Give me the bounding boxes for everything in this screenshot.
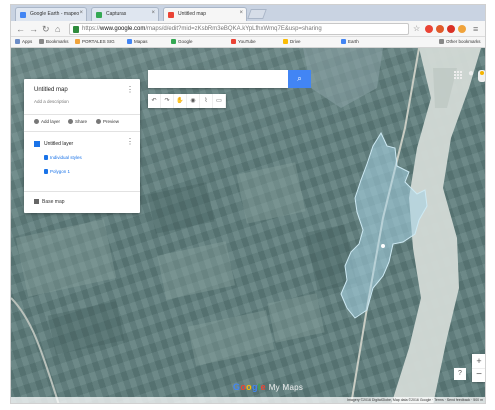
divider <box>24 131 140 132</box>
bookmark-item[interactable]: Apps <box>15 39 32 44</box>
url-domain: www.google.com <box>100 26 146 32</box>
measure-icon[interactable]: ▭ <box>213 94 226 108</box>
layer-name[interactable]: Untitled layer <box>44 141 73 147</box>
folder-icon <box>39 39 44 44</box>
browser-window: Google Earth - mapeo × Capturas × Untitl… <box>10 4 486 404</box>
polygon-item[interactable]: Polygon 1 <box>44 169 70 174</box>
urban-area <box>303 48 383 108</box>
individual-styles-link[interactable]: Individual styles <box>44 155 82 160</box>
extension-icon[interactable] <box>458 25 466 33</box>
extension-icon[interactable] <box>436 25 444 33</box>
zoom-in-button[interactable]: + <box>472 354 485 368</box>
tab-google-earth[interactable]: Google Earth - mapeo × <box>15 7 87 21</box>
bookmark-icon <box>341 39 346 44</box>
url-scheme: https:// <box>82 26 101 32</box>
apps-icon <box>15 39 20 44</box>
tab-favicon <box>96 12 102 18</box>
google-my-maps-logo: Google My Maps <box>233 382 304 392</box>
base-map-toggle[interactable]: Base map <box>34 199 65 205</box>
extension-icon[interactable] <box>447 25 455 33</box>
tab-title: Google Earth - mapeo <box>30 11 80 17</box>
drawn-polygon[interactable] <box>340 131 428 319</box>
tab-favicon <box>168 12 174 18</box>
tab-favicon <box>20 12 26 18</box>
zoom-out-button[interactable]: − <box>472 368 485 382</box>
close-icon[interactable]: × <box>151 10 155 16</box>
marker-icon[interactable]: ◉ <box>187 94 200 108</box>
folder-icon <box>75 39 80 44</box>
share-icon <box>68 119 73 124</box>
bookmark-item[interactable]: PORTALES SIG <box>75 39 115 44</box>
tab-strip: Google Earth - mapeo × Capturas × Untitl… <box>11 5 485 21</box>
paint-bucket-icon <box>44 155 48 160</box>
map-canvas[interactable]: Untitled map ⋮ Add a description Add lay… <box>11 48 485 403</box>
home-icon[interactable]: ⌂ <box>55 23 60 35</box>
drawing-toolbar: ↶ ↷ ✋ ◉ ⌇ ▭ <box>148 94 226 108</box>
bookmark-item[interactable]: Other bookmarks <box>439 39 481 44</box>
tab-title: Untitled map <box>178 11 207 17</box>
bookmark-item[interactable]: YouTube <box>231 39 256 44</box>
map-layers-panel: Untitled map ⋮ Add a description Add lay… <box>24 79 140 213</box>
folder-icon <box>439 39 444 44</box>
more-options-icon[interactable]: ⋮ <box>126 85 134 94</box>
bookmark-icon <box>283 39 288 44</box>
polygon-vertex[interactable] <box>381 244 385 248</box>
tab-capturas[interactable]: Capturas × <box>91 7 159 21</box>
layer-visibility-checkbox[interactable] <box>34 141 40 147</box>
bookmark-item[interactable]: Google <box>171 39 193 44</box>
bookmark-item[interactable]: Bookmarks <box>39 39 69 44</box>
base-map-icon <box>34 199 39 204</box>
map-description[interactable]: Add a description <box>34 99 69 104</box>
close-icon[interactable]: × <box>239 10 243 16</box>
polygon-icon <box>44 169 48 174</box>
account-icon[interactable]: ● <box>468 68 474 79</box>
reload-icon[interactable]: ↻ <box>42 23 50 35</box>
url-field[interactable]: https://www.google.com/maps/d/edit?mid=z… <box>69 23 409 35</box>
url-path: /maps/d/edit?mid=zKsbRm3eBQKA.kYpLfhxWmq… <box>145 26 322 32</box>
bookmark-icon <box>171 39 176 44</box>
star-icon[interactable]: ☆ <box>413 23 420 35</box>
hand-icon[interactable]: ✋ <box>174 94 187 108</box>
extension-icon[interactable] <box>425 25 433 33</box>
preview-icon <box>96 119 101 124</box>
bookmark-item[interactable]: Mapas <box>127 39 148 44</box>
bookmark-item[interactable]: Earth <box>341 39 359 44</box>
apps-grid-icon[interactable] <box>454 71 463 80</box>
divider <box>24 114 140 115</box>
search-input[interactable] <box>148 70 288 88</box>
divider <box>24 191 140 192</box>
bookmark-icon <box>127 39 132 44</box>
back-icon[interactable]: ← <box>16 23 25 35</box>
lock-icon <box>73 26 79 33</box>
bookmark-item[interactable]: Drive <box>283 39 301 44</box>
close-icon[interactable]: × <box>79 10 83 16</box>
preview-button[interactable]: Preview <box>96 119 119 124</box>
map-attribution-bar: Imagery ©2016 DigitalGlobe, Map data ©20… <box>11 397 485 403</box>
bookmark-icon <box>231 39 236 44</box>
map-title[interactable]: Untitled map <box>34 87 68 93</box>
bookmarks-bar: Apps Bookmarks PORTALES SIG Mapas Google… <box>11 37 485 48</box>
address-bar: ← → ↻ ⌂ https://www.google.com/maps/d/ed… <box>11 21 485 37</box>
share-button[interactable]: Share <box>68 119 87 124</box>
tab-title: Capturas <box>106 11 127 17</box>
zoom-control: + − <box>472 354 485 382</box>
draw-line-icon[interactable]: ⌇ <box>200 94 213 108</box>
add-layer-icon <box>34 119 39 124</box>
add-layer-button[interactable]: Add layer <box>34 119 60 124</box>
layer-options-icon[interactable]: ⋮ <box>126 137 134 146</box>
search-button[interactable]: ⌕ <box>288 70 311 88</box>
search-icon: ⌕ <box>297 74 302 83</box>
undo-icon[interactable]: ↶ <box>148 94 161 108</box>
attribution-text: Imagery ©2016 DigitalGlobe, Map data ©20… <box>346 398 483 402</box>
road <box>11 297 60 403</box>
new-tab-button[interactable] <box>247 9 267 19</box>
forward-icon[interactable]: → <box>29 23 38 35</box>
pegman-icon[interactable] <box>478 70 485 82</box>
help-button[interactable]: ? <box>454 368 466 380</box>
redo-icon[interactable]: ↷ <box>161 94 174 108</box>
tab-untitled-map[interactable]: Untitled map × <box>163 7 247 21</box>
menu-icon[interactable]: ≡ <box>473 23 478 35</box>
